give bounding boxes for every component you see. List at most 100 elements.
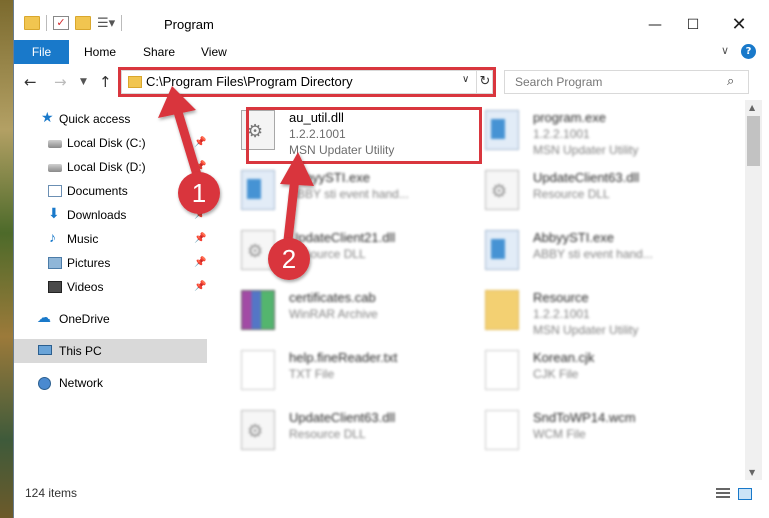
status-bar: 124 items bbox=[14, 480, 769, 518]
sidebar-item-label: Documents bbox=[67, 184, 128, 198]
sidebar-item-network[interactable]: Network bbox=[14, 371, 207, 395]
sidebar-item-music[interactable]: ♪ Music 📌 bbox=[14, 227, 207, 251]
file-description: MSN Updater Utility bbox=[533, 143, 639, 157]
file-type: ABBY sti event hand... bbox=[289, 187, 409, 201]
file-type: CJK File bbox=[533, 367, 579, 381]
sidebar-item-documents[interactable]: Documents 📌 bbox=[14, 179, 207, 203]
file-highlight-box bbox=[246, 107, 482, 164]
up-arrow-icon[interactable]: ↑ bbox=[99, 73, 112, 91]
file-item[interactable]: UpdateClient63.dll Resource DLL bbox=[481, 166, 721, 218]
document-icon bbox=[485, 350, 519, 390]
file-explorer-window: ✓ ☰▾ Program — ☐ ✕ File Home Share View … bbox=[13, 0, 769, 518]
exe-icon bbox=[241, 170, 275, 210]
file-name: UpdateClient63.dll bbox=[533, 170, 640, 185]
chevron-down-icon[interactable]: ∨ bbox=[721, 44, 729, 57]
file-item[interactable]: help.fineReader.txt TXT File bbox=[237, 346, 477, 398]
sidebar-item-label: Local Disk (C:) bbox=[67, 136, 146, 150]
tab-file[interactable]: File bbox=[14, 40, 69, 64]
pin-icon: 📌 bbox=[194, 137, 207, 148]
quick-access-toolbar: ✓ ☰▾ bbox=[24, 15, 123, 31]
file-item[interactable]: AbbyySTI.exe ABBY sti event hand... bbox=[237, 166, 477, 218]
scrollbar-thumb[interactable] bbox=[747, 116, 760, 166]
file-type: WCM File bbox=[533, 427, 586, 441]
scroll-down-icon[interactable]: ▼ bbox=[749, 468, 755, 477]
search-box[interactable]: Search Program ⌕ bbox=[504, 70, 749, 94]
pin-icon: 📌 bbox=[194, 233, 207, 244]
folder-icon bbox=[485, 290, 519, 330]
file-item[interactable]: program.exe 1.2.2.1001 MSN Updater Utili… bbox=[481, 106, 721, 158]
back-arrow-icon[interactable]: ← bbox=[24, 73, 37, 91]
ribbon-tabs: File Home Share View ∨ ? bbox=[14, 40, 769, 64]
file-version: 1.2.2.1001 bbox=[533, 127, 590, 141]
file-name: UpdateClient63.dll bbox=[289, 410, 396, 425]
file-name: Resource bbox=[533, 290, 589, 305]
navigation-pane: ★ Quick access Local Disk (C:) 📌 Local D… bbox=[14, 100, 207, 480]
file-version: 1.2.2.1001 bbox=[533, 307, 590, 321]
sidebar-item-local-disk-c[interactable]: Local Disk (C:) 📌 bbox=[14, 131, 207, 155]
exe-icon bbox=[485, 110, 519, 150]
maximize-button[interactable]: ☐ bbox=[683, 16, 703, 36]
recent-locations-icon[interactable]: ▼ bbox=[80, 77, 87, 87]
gear-file-icon bbox=[241, 230, 275, 270]
tab-share[interactable]: Share bbox=[143, 40, 175, 64]
file-name: AbbyySTI.exe bbox=[533, 230, 614, 245]
large-icons-view-icon[interactable] bbox=[738, 488, 752, 500]
disk-icon bbox=[48, 164, 62, 172]
forward-arrow-icon[interactable]: → bbox=[54, 73, 67, 91]
scroll-up-icon[interactable]: ▲ bbox=[749, 103, 755, 112]
downloads-icon: ⬇ bbox=[48, 205, 60, 221]
vertical-scrollbar[interactable]: ▲ ▼ bbox=[745, 100, 762, 480]
network-icon bbox=[38, 377, 51, 390]
close-button[interactable]: ✕ bbox=[729, 16, 749, 36]
properties-icon[interactable]: ✓ bbox=[53, 16, 69, 30]
file-item[interactable]: UpdateClient21.dll Resource DLL bbox=[237, 226, 477, 278]
search-input[interactable]: Search Program bbox=[515, 75, 602, 89]
document-icon bbox=[241, 350, 275, 390]
file-name: UpdateClient21.dll bbox=[289, 230, 396, 245]
sidebar-item-label: Network bbox=[59, 376, 104, 390]
file-item[interactable]: AbbyySTI.exe ABBY sti event hand... bbox=[481, 226, 721, 278]
music-icon: ♪ bbox=[49, 229, 56, 245]
gear-file-icon bbox=[241, 410, 275, 450]
help-icon[interactable]: ? bbox=[741, 44, 756, 59]
folder-icon bbox=[24, 16, 40, 30]
pin-icon: 📌 bbox=[194, 281, 207, 292]
pin-icon: 📌 bbox=[194, 209, 207, 220]
file-item[interactable]: SndToWP14.wcm WCM File bbox=[481, 406, 721, 458]
sidebar-item-label: Quick access bbox=[59, 112, 131, 126]
file-name: Korean.cjk bbox=[533, 350, 595, 365]
file-type: ABBY sti event hand... bbox=[533, 247, 653, 261]
new-folder-icon[interactable] bbox=[75, 16, 91, 30]
search-icon[interactable]: ⌕ bbox=[727, 74, 734, 89]
file-type: Resource DLL bbox=[289, 427, 366, 441]
file-item[interactable]: certificates.cab WinRAR Archive bbox=[237, 286, 477, 338]
customize-toolbar-icon[interactable]: ☰▾ bbox=[97, 16, 115, 31]
sidebar-item-label: This PC bbox=[59, 344, 102, 358]
file-type: Resource DLL bbox=[289, 247, 366, 261]
sidebar-item-onedrive[interactable]: ☁ OneDrive bbox=[14, 307, 207, 331]
details-view-icon[interactable] bbox=[716, 488, 730, 500]
sidebar-item-quick-access[interactable]: ★ Quick access bbox=[14, 107, 207, 131]
file-item[interactable]: UpdateClient63.dll Resource DLL bbox=[237, 406, 477, 458]
file-item[interactable]: Resource 1.2.2.1001 MSN Updater Utility bbox=[481, 286, 721, 338]
pin-icon: 📌 bbox=[194, 257, 207, 268]
tab-home[interactable]: Home bbox=[84, 40, 116, 64]
pin-icon: 📌 bbox=[194, 185, 207, 196]
sidebar-item-downloads[interactable]: ⬇ Downloads 📌 bbox=[14, 203, 207, 227]
sidebar-item-videos[interactable]: Videos 📌 bbox=[14, 275, 207, 299]
sidebar-item-label: Local Disk (D:) bbox=[67, 160, 146, 174]
sidebar-item-local-disk-d[interactable]: Local Disk (D:) 📌 bbox=[14, 155, 207, 179]
winrar-icon bbox=[241, 290, 275, 330]
sidebar-item-pictures[interactable]: Pictures 📌 bbox=[14, 251, 207, 275]
navigation-bar: ← → ▼ ↑ C:\Program Files\Program Directo… bbox=[14, 64, 769, 100]
file-name: certificates.cab bbox=[289, 290, 376, 305]
tab-view[interactable]: View bbox=[201, 40, 227, 64]
exe-icon bbox=[485, 230, 519, 270]
pin-icon: 📌 bbox=[194, 161, 207, 172]
desktop-background bbox=[0, 0, 13, 518]
toolbar-divider bbox=[121, 15, 123, 31]
file-item[interactable]: Korean.cjk CJK File bbox=[481, 346, 721, 398]
item-count: 124 items bbox=[25, 486, 78, 500]
minimize-button[interactable]: — bbox=[645, 16, 665, 36]
sidebar-item-this-pc[interactable]: This PC bbox=[14, 339, 207, 363]
